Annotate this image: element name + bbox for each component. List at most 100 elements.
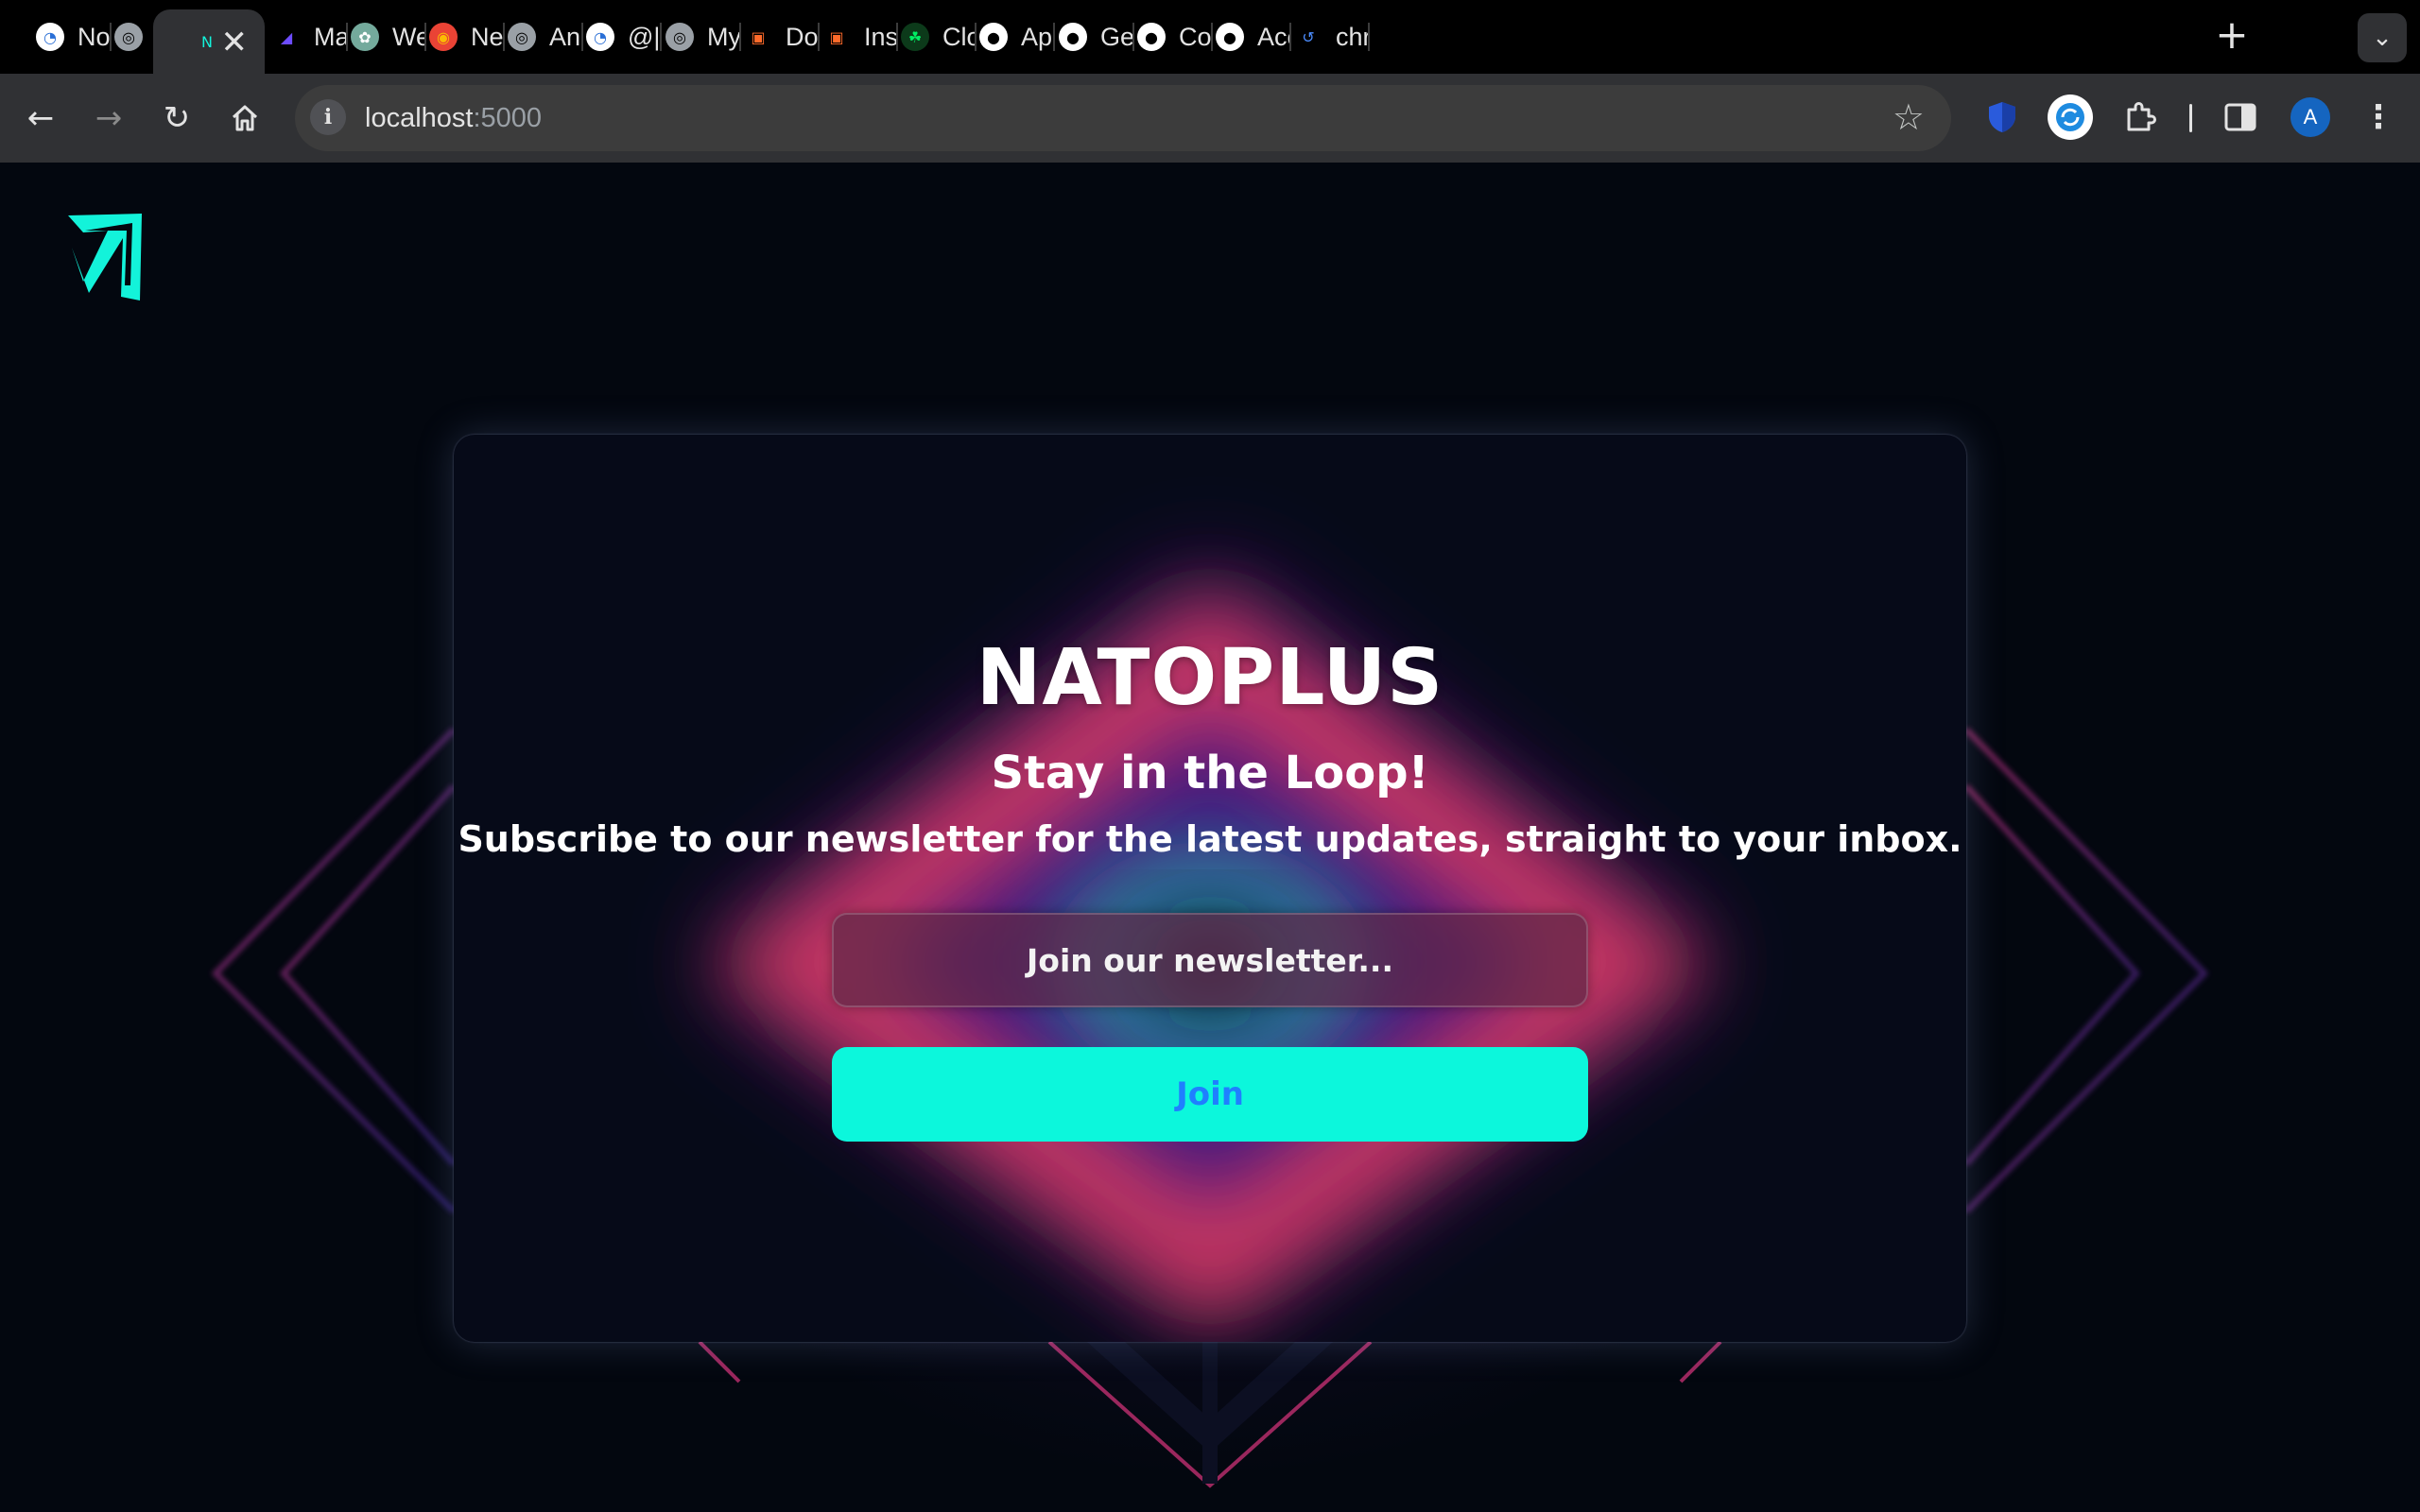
tab-title: Mak (314, 22, 348, 51)
natoplus-favicon: N (201, 32, 213, 51)
brand-title: NATOPLUS (976, 633, 1444, 723)
extension-shield-button[interactable] (1976, 91, 2029, 144)
bookmark-star-icon[interactable]: ☆ (1893, 96, 1925, 138)
tab-title: Get (1100, 22, 1134, 51)
tab-title: App (1021, 22, 1055, 51)
github-icon: ● (1059, 23, 1087, 51)
tab-title: My (707, 22, 741, 51)
tab-title: Clo (942, 22, 977, 51)
home-icon (232, 105, 258, 131)
browser-tab[interactable]: ↺ chr (1294, 0, 1370, 74)
tab-separator (1132, 23, 1134, 51)
browser-menu-button[interactable]: ⋮ (2352, 91, 2405, 144)
chrome-icon: ◉ (429, 23, 458, 51)
shield-icon (1989, 102, 2015, 132)
arrow-left-icon: ← (26, 99, 55, 137)
browser-tab[interactable]: ◉ Net (429, 0, 505, 74)
browser-tab[interactable]: ☘ Clo (901, 0, 977, 74)
join-button[interactable]: Join (832, 1047, 1588, 1142)
side-panel-button[interactable] (2214, 91, 2267, 144)
globe-icon: ◎ (666, 23, 694, 51)
mongodb-icon: ☘ (901, 23, 929, 51)
chatgpt-icon: ✿ (351, 23, 379, 51)
globe-icon: ◎ (508, 23, 536, 51)
browser-tab[interactable]: ◎ Ana (508, 0, 583, 74)
make-icon: ◢ (280, 27, 293, 46)
card-glow-background (706, 576, 1714, 1332)
profile-button[interactable]: A (2284, 91, 2337, 144)
arrow-right-icon: → (95, 99, 123, 137)
github-icon: ● (1216, 23, 1244, 51)
github-icon: ● (979, 23, 1008, 51)
sync-extension-icon (2048, 94, 2093, 140)
reload-icon: ↻ (163, 99, 191, 137)
tab-title: chr (1336, 22, 1370, 51)
site-info-icon[interactable]: i (310, 99, 346, 135)
new-tab-button[interactable]: + (2210, 15, 2254, 59)
tab-title: Dov (786, 22, 820, 51)
browser-tab[interactable]: ✿ Wel (351, 0, 426, 74)
toolbar-divider (2189, 104, 2192, 132)
tab-separator (1211, 23, 1213, 51)
browser-tab[interactable]: N ✕ (153, 9, 265, 74)
reload-button[interactable]: ↻ (153, 94, 200, 142)
back-button[interactable]: ← (17, 94, 64, 142)
side-panel-icon (2224, 103, 2256, 131)
avatar: A (2290, 97, 2330, 137)
tab-title: @|N (628, 22, 662, 51)
tab-title: Wel (392, 22, 426, 51)
multicolor-icon: ▣ (829, 27, 844, 46)
forward-button[interactable]: → (85, 94, 132, 142)
tab-separator (1289, 23, 1291, 51)
browser-toolbar: ← → ↻ i localhost:5000 ☆ A ⋮ (0, 74, 2420, 164)
browser-tab[interactable]: ● Get (1059, 0, 1134, 74)
tab-separator (346, 23, 348, 51)
tab-separator (660, 23, 662, 51)
extensions-button[interactable] (2114, 91, 2167, 144)
tab-separator (975, 23, 977, 51)
browser-tab[interactable]: ◢ Mak (272, 0, 348, 74)
browser-tab[interactable]: ◔ @|N (586, 0, 662, 74)
tab-separator (503, 23, 505, 51)
history-icon: ↺ (1302, 27, 1315, 46)
puzzle-icon (2127, 102, 2156, 131)
notion-icon: ◔ (586, 23, 614, 51)
tab-separator (739, 23, 741, 51)
tab-separator (1053, 23, 1055, 51)
browser-tab[interactable]: ● App (979, 0, 1055, 74)
browser-tab[interactable]: ● Cor (1137, 0, 1213, 74)
browser-tab[interactable]: ● Acc (1216, 0, 1291, 74)
browser-tab[interactable]: ◔ Noc (36, 0, 112, 74)
more-vertical-icon: ⋮ (2362, 98, 2394, 136)
tab-title: Inst (864, 22, 898, 51)
newsletter-headline: Stay in the Loop! (991, 747, 1429, 799)
browser-tab[interactable]: ▣ Dov (744, 0, 820, 74)
tab-title: Ana (549, 22, 583, 51)
newsletter-card: NATOPLUS Stay in the Loop! Subscribe to … (454, 435, 1966, 1342)
multicolor-icon: ▣ (751, 27, 766, 46)
tab-separator (424, 23, 426, 51)
tab-search-button[interactable]: ⌄ (2358, 13, 2407, 62)
chevron-down-icon: ⌄ (2372, 24, 2393, 52)
tab-separator (1368, 23, 1370, 51)
newsletter-subtitle: Subscribe to our newsletter for the late… (458, 818, 1962, 860)
github-icon: ● (1137, 23, 1166, 51)
tab-strip: ◔Noc◎ColN✕◢Mak✿Wel◉Net◎Ana◔@|N◎My▣Dov▣In… (0, 0, 2420, 74)
browser-tab[interactable]: ◎ My (666, 0, 741, 74)
tab-title: Cor (1179, 22, 1213, 51)
tab-title: Net (471, 22, 505, 51)
url-port: :5000 (473, 103, 543, 133)
url-host: localhost (365, 103, 474, 133)
extension-sync-button[interactable] (2044, 91, 2097, 144)
url-text[interactable]: localhost:5000 (365, 100, 542, 136)
tab-separator (896, 23, 898, 51)
browser-tab[interactable]: ▣ Inst (822, 0, 898, 74)
home-button[interactable] (221, 94, 268, 142)
natoplus-logo[interactable] (64, 210, 146, 304)
notion-icon: ◔ (36, 23, 64, 51)
close-tab-icon[interactable]: ✕ (221, 26, 249, 59)
tab-separator (110, 23, 112, 51)
address-bar[interactable]: i localhost:5000 ☆ (295, 85, 1951, 151)
tab-title: Noc (78, 22, 112, 51)
newsletter-email-input[interactable] (832, 913, 1588, 1007)
